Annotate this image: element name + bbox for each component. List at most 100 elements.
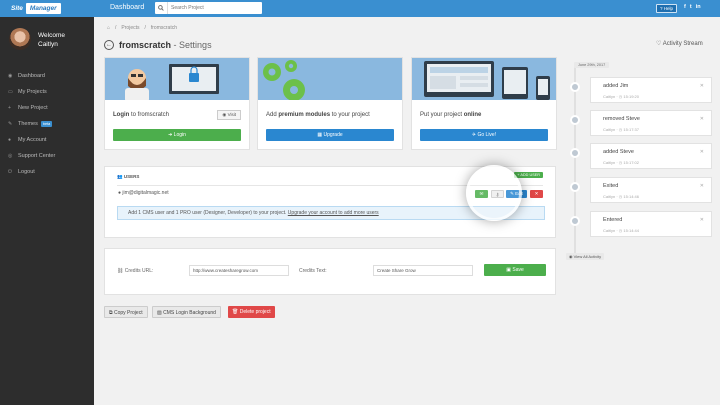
close-icon[interactable]: ✕ — [700, 217, 704, 223]
login-button-label: Login — [173, 132, 186, 138]
login-card-label-rest: to fromscratch — [131, 112, 170, 118]
close-icon[interactable]: ✕ — [700, 183, 704, 189]
copy-project-button[interactable]: ⧉ Copy Project — [104, 306, 148, 318]
add-user-button[interactable]: + ADD USER — [514, 172, 543, 178]
delete-project-label: Delete project — [239, 309, 271, 315]
activity-user: Caitlyn — [603, 160, 616, 165]
beta-badge: beta — [40, 121, 53, 127]
envelope-icon: ✉ — [479, 191, 484, 196]
eye-icon — [570, 182, 580, 192]
facebook-icon[interactable]: f — [684, 4, 686, 10]
sidebar-item-my-account[interactable]: ● My Account — [0, 132, 94, 148]
help-button[interactable]: ? Help — [656, 4, 678, 13]
user-email-text: jim@digitalmagic.net — [122, 190, 169, 196]
edit-user-button[interactable]: ✎ Edit — [506, 190, 527, 198]
sidebar-item-label: Logout — [18, 169, 35, 175]
user-name: Caitlyn — [38, 41, 58, 48]
modules-illustration — [258, 58, 402, 100]
delete-user-button[interactable]: ✕ — [530, 190, 543, 198]
activity-meta: Caitlyn · ◷ 15:14:44 — [603, 228, 639, 233]
help-label: Help — [663, 6, 674, 11]
avatar[interactable] — [9, 28, 31, 50]
activity-item: Entered Caitlyn · ◷ 15:14:44 ✕ — [590, 211, 712, 237]
upgrade-button[interactable]: ▦ Upgrade — [266, 129, 394, 141]
clock-icon: ◷ — [618, 194, 623, 199]
save-label: Save — [512, 267, 524, 273]
close-icon[interactable]: ✕ — [700, 149, 704, 155]
user-email: ● jim@digitalmagic.net — [118, 190, 169, 196]
activity-stream-heading: ♡ Activity Stream — [656, 40, 703, 47]
login-button[interactable]: ➜ Login — [113, 129, 241, 141]
close-icon[interactable]: ✕ — [700, 116, 704, 122]
users-panel: 👥 USERS + ADD USER ● jim@digitalmagic.ne… — [104, 166, 556, 238]
login-illustration — [105, 58, 249, 100]
key-icon: ⚷ — [495, 192, 500, 197]
sidebar-item-dashboard[interactable]: ◉ Dashboard — [0, 68, 94, 84]
logo-manager: Manager — [25, 3, 61, 14]
sidebar-nav: ◉ Dashboard ▭ My Projects + New Project ✎ Th… — [0, 68, 94, 180]
activity-stream-title: Activity Stream — [662, 41, 703, 47]
twitter-icon[interactable]: t — [690, 4, 692, 10]
sidebar: Welcome Caitlyn ◉ Dashboard ▭ My Projects … — [0, 17, 94, 405]
credits-url-field[interactable] — [189, 265, 289, 276]
go-live-button[interactable]: ✈ Go Live! — [420, 129, 548, 141]
search-icon[interactable] — [155, 2, 168, 14]
activity-user: Caitlyn — [603, 127, 616, 132]
view-all-activity-button[interactable]: ◉ View All Activity — [566, 253, 605, 260]
timeline-date: June 29th, 2017 — [574, 62, 610, 68]
go-live-label-pre: Put your project — [420, 112, 463, 118]
activity-text: added Jim — [603, 83, 629, 89]
visit-label: Visit — [227, 112, 236, 117]
sidebar-item-label: Dashboard — [18, 73, 45, 79]
sidebar-item-new-project[interactable]: + New Project — [0, 100, 94, 116]
upgrade-button-label: Upgrade — [323, 132, 343, 138]
sidebar-item-themes[interactable]: ✎ Themes beta — [0, 116, 94, 132]
sidebar-item-label: My Projects — [18, 89, 47, 95]
activity-item: added Steve Caitlyn · ◷ 15:17:02 ✕ — [590, 143, 712, 169]
sidebar-item-support-center[interactable]: ◎ Support Center — [0, 148, 94, 164]
credits-text-label: Credits Text: — [299, 268, 327, 274]
support-icon: ◎ — [8, 153, 13, 159]
activity-meta: Caitlyn · ◷ 15:17:02 — [603, 160, 639, 165]
login-card: Login to fromscratch ◉ Visit ➜ Login — [104, 57, 250, 150]
activity-user: Caitlyn — [603, 228, 616, 233]
site-manager-logo[interactable]: Site Manager — [8, 3, 61, 14]
back-arrow-icon[interactable]: ← — [104, 40, 114, 50]
cms-login-background-button[interactable]: ▨ CMS Login Background — [152, 306, 221, 318]
activity-user: Caitlyn — [603, 194, 616, 199]
upgrade-account-link[interactable]: Upgrade your account to add more users — [288, 210, 379, 216]
user-key-button[interactable]: ⚷ — [491, 190, 504, 198]
activity-time: 15:19:20 — [623, 94, 639, 99]
close-icon[interactable]: ✕ — [700, 83, 704, 89]
credits-text-field[interactable] — [373, 265, 473, 276]
activity-item: Exited Caitlyn · ◷ 15:14:46 ✕ — [590, 177, 712, 203]
social-links: f t in — [684, 4, 701, 10]
activity-user: Caitlyn — [603, 94, 616, 99]
sidebar-item-my-projects[interactable]: ▭ My Projects — [0, 84, 94, 100]
edit-label: Edit — [515, 191, 523, 196]
premium-modules-card: Add premium modules to your project ▦ Up… — [257, 57, 403, 150]
breadcrumb-projects[interactable]: Projects — [121, 25, 139, 31]
delete-project-button[interactable]: 🗑 Delete project — [228, 306, 275, 318]
go-live-card: Put your project online ✈ Go Live! — [411, 57, 557, 150]
linkedin-icon[interactable]: in — [696, 4, 701, 10]
activity-time: 15:14:44 — [623, 228, 639, 233]
breadcrumb-current: fromscratch — [150, 25, 177, 31]
sidebar-item-logout[interactable]: ⏻ Logout — [0, 164, 94, 180]
search-box[interactable] — [155, 2, 262, 14]
user-email-button[interactable]: ✉ — [475, 190, 488, 198]
credits-url-label: ⛓ Credits URL: — [117, 268, 153, 274]
view-all-label: View All Activity — [573, 254, 602, 259]
sidebar-item-label: My Account — [18, 137, 47, 143]
visit-button[interactable]: ◉ Visit — [217, 110, 241, 120]
home-icon[interactable]: ⌂ — [107, 25, 110, 31]
search-input[interactable] — [168, 5, 258, 11]
trash-icon: 🗑 — [232, 309, 240, 315]
premium-card-label: Add premium modules to your project — [266, 112, 370, 118]
link-icon: ⛓ — [117, 268, 125, 274]
info-text: Add 1 CMS user and 1 PRO user (Designer,… — [128, 210, 287, 216]
user-icon: ● — [8, 137, 12, 143]
save-button[interactable]: ▣ Save — [484, 264, 546, 276]
dashboard-link[interactable]: Dashboard — [110, 4, 144, 11]
credits-panel: ⛓ Credits URL: Credits Text: ▣ Save — [104, 248, 556, 295]
